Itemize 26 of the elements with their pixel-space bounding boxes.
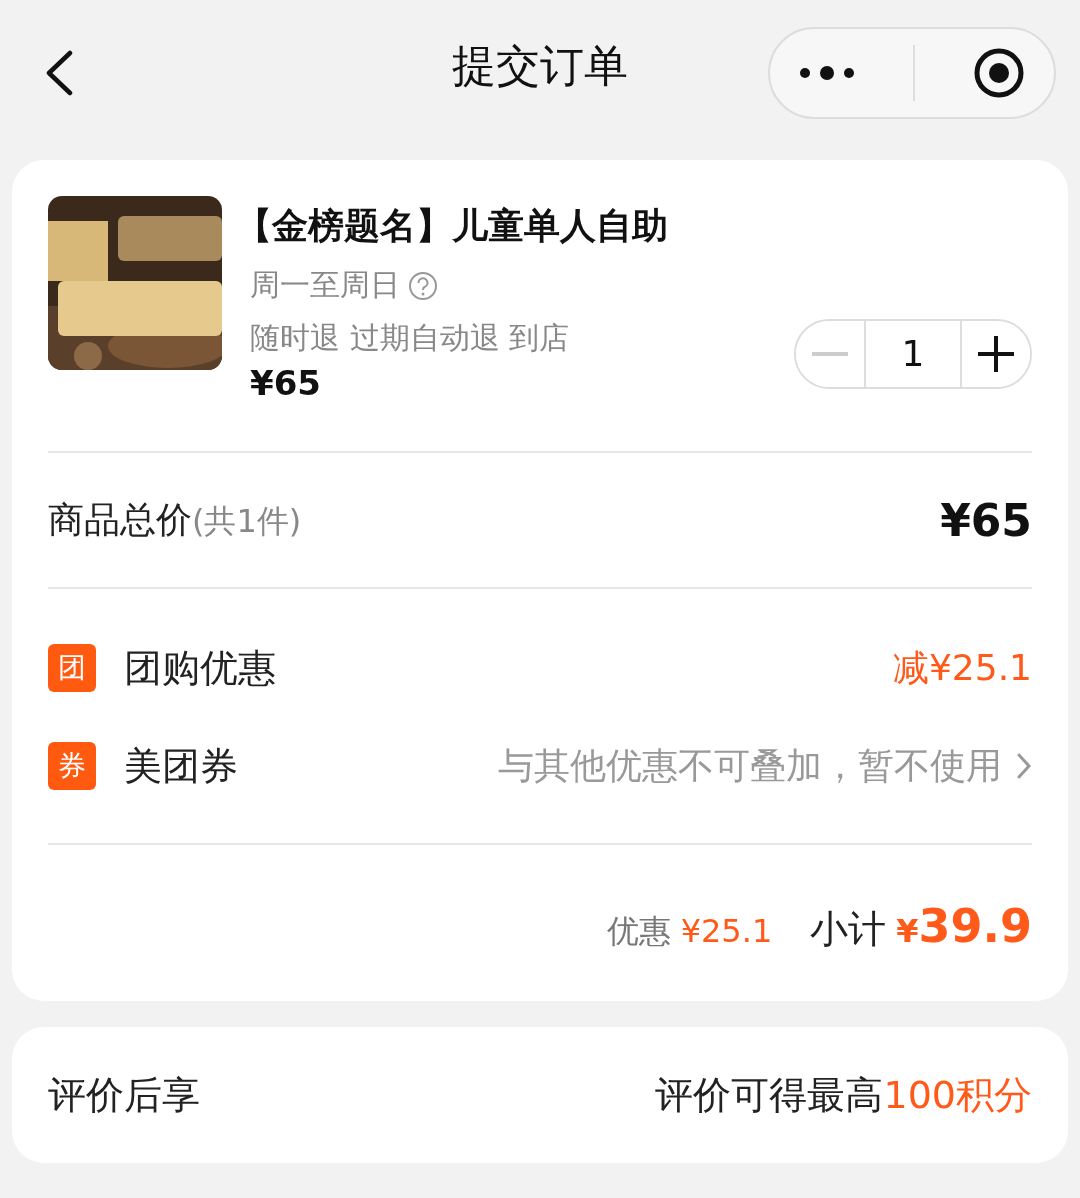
coupon-status[interactable]: 与其他优惠不可叠加，暂不使用 — [498, 741, 1002, 791]
promo-badge: 券 — [48, 742, 96, 790]
product-title: 【金榜题名】儿童单人自助 — [236, 204, 669, 248]
help-icon[interactable] — [408, 270, 438, 301]
total-amount: ¥65 — [940, 494, 1032, 546]
item-count: (共1件) — [192, 501, 302, 540]
refund-policy: 随时退 过期自动退 到店 — [250, 319, 570, 357]
discount-label: 优惠 — [606, 911, 671, 952]
discount-total: ¥25.1 — [680, 912, 773, 950]
product-price: ¥65 — [250, 363, 322, 403]
plus-icon — [978, 335, 1014, 372]
promo-badge: 团 — [48, 644, 96, 692]
review-label: 评价后享 — [48, 1071, 200, 1119]
discount-amount: 减¥25.1 — [892, 645, 1032, 690]
page-title: 提交订单 — [452, 38, 628, 93]
review-reward: 评价可得最高100积分 — [655, 1071, 1032, 1119]
total-label: 商品总价 — [48, 498, 192, 540]
promo-label: 团购优惠 — [124, 644, 276, 692]
minus-icon — [812, 351, 848, 356]
chevron-icon[interactable] — [1016, 752, 1032, 780]
more-icon[interactable] — [798, 66, 857, 80]
subtotal-label: 小计 — [810, 906, 887, 953]
subtotal-amount: ¥39.9 — [896, 899, 1032, 953]
back-icon[interactable] — [44, 50, 74, 96]
schedule-text: 周一至周日 — [250, 266, 400, 304]
promo-label: 美团券 — [124, 742, 238, 790]
